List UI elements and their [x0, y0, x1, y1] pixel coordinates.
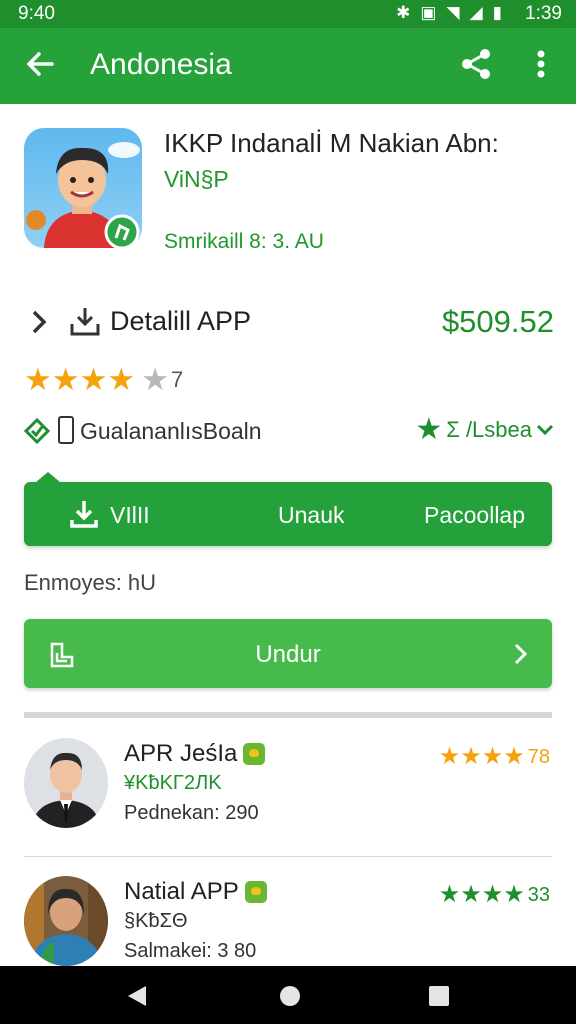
- star-icon: ★: [415, 413, 443, 446]
- rating-value: 78: [527, 745, 550, 768]
- status-time: 9:40: [18, 3, 55, 24]
- star-icon: ★: [51, 362, 80, 397]
- app-size: Smrikaill 8: 3. AU: [164, 230, 324, 253]
- system-nav-bar: [0, 966, 576, 1024]
- battery-icon: ▮: [492, 3, 502, 22]
- chevron-right-icon: [514, 643, 528, 665]
- app-name: IKKP Indanalİ M Nakian Abn:: [164, 128, 499, 158]
- app-icon[interactable]: [24, 128, 142, 248]
- share-icon[interactable]: [458, 46, 494, 82]
- nav-recents-icon[interactable]: [428, 984, 450, 1008]
- list-item-meta: Salmakei: 3 80: [124, 940, 257, 962]
- status-clock: 1:39: [525, 3, 562, 24]
- download-icon: [70, 501, 98, 528]
- list-item-subtitle: §KƀΣΘ: [124, 910, 188, 932]
- category-right-label: Σ /Lsbea: [446, 417, 532, 442]
- download-tray-icon: [70, 308, 100, 336]
- back-arrow-icon[interactable]: [22, 46, 58, 82]
- list-divider: [24, 856, 552, 857]
- status-bar: 9:40 ✱ ▣ ◥ ◢ ▮ 1:39: [0, 0, 576, 28]
- list-item-rating: ★★★★ 33: [439, 882, 550, 908]
- list-item-name: Natial APP: [124, 878, 267, 906]
- bluetooth-icon: ✱: [396, 3, 411, 22]
- app-bar: Andonesia: [0, 28, 576, 104]
- chevron-right-icon: [32, 310, 47, 334]
- list-item-title: APR JeśIa: [124, 740, 238, 767]
- star-icon: ★★★★: [438, 743, 525, 770]
- verified-badge-icon: [243, 743, 266, 765]
- nav-home-icon[interactable]: [279, 984, 301, 1008]
- app-icon-illustration: [26, 142, 140, 248]
- download-button[interactable]: Undur: [24, 619, 552, 688]
- unlock-action[interactable]: Unauk: [278, 502, 344, 529]
- star-icon: ★: [107, 362, 136, 397]
- list-item-title: Natial APP: [124, 878, 239, 905]
- install-action[interactable]: VIlII: [110, 502, 150, 529]
- star-empty-icon: ★: [141, 362, 169, 397]
- battery-saver-icon: ▣: [420, 3, 437, 22]
- device-icon: [58, 416, 74, 444]
- download-label: Undur: [255, 641, 321, 668]
- collapse-action[interactable]: Pacoollap: [424, 502, 525, 529]
- employees-label: Enmoyes: hU: [24, 570, 157, 595]
- list-item-subtitle: ¥KƀKΓ2ЛK: [124, 772, 222, 794]
- category-row[interactable]: GualananlısBoaln ★ Σ /Lsbea: [24, 414, 554, 446]
- category-label: GualananlısBoaln: [80, 418, 262, 444]
- star-icon: ★★★★: [438, 881, 525, 908]
- list-item-rating: ★★★★ 78: [439, 744, 550, 770]
- rating-row: ★ ★ ★ ★ ★ 7: [24, 364, 183, 396]
- app-developer[interactable]: ViN§P: [164, 166, 229, 193]
- wifi-icon: ◥: [446, 3, 460, 22]
- star-icon: ★: [24, 362, 52, 397]
- chevron-down-icon: [536, 424, 554, 436]
- star-icon: ★: [79, 362, 108, 397]
- list-item-meta: Pednekan: 290: [124, 802, 259, 824]
- detail-label: Detalill APP: [110, 306, 252, 336]
- status-icons: ✱ ▣ ◥ ◢ ▮: [396, 3, 502, 23]
- tag-icon: [24, 418, 50, 444]
- category-dropdown[interactable]: ★ Σ /Lsbea: [415, 414, 554, 446]
- page-title: Andonesia: [90, 48, 232, 81]
- signal-icon: ◢: [469, 3, 483, 22]
- list-item[interactable]: APR JeśIa ¥KƀKΓ2ЛK Pednekan: 290 ★★★★ 78: [0, 738, 576, 868]
- section-divider: [24, 712, 552, 718]
- app-price: $509.52: [441, 304, 554, 339]
- rating-value: 33: [527, 883, 550, 906]
- nav-back-icon[interactable]: [126, 984, 148, 1008]
- avatar: [24, 876, 108, 966]
- rating-count: 7: [170, 367, 184, 392]
- detail-row[interactable]: Detalill APP $509.52: [24, 304, 554, 340]
- avatar: [24, 738, 108, 828]
- list-item-name: APR JeśIa: [124, 740, 266, 768]
- more-vert-icon[interactable]: [526, 46, 556, 82]
- action-bar: VIlII Unauk Pacoollap: [24, 472, 552, 546]
- verified-badge-icon: [244, 881, 267, 903]
